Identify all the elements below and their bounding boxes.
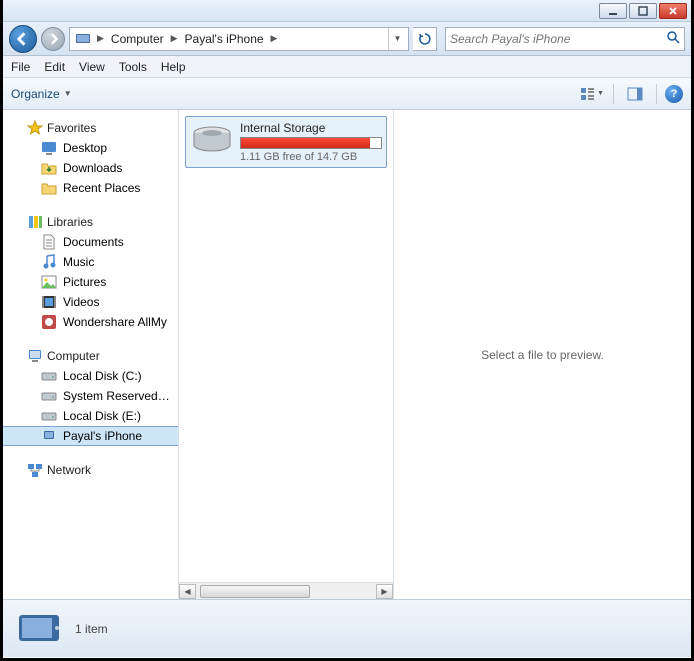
search-box[interactable] bbox=[445, 27, 685, 51]
menu-file[interactable]: File bbox=[11, 60, 30, 74]
sidebar-item-system-reserved[interactable]: System Reserved (D: bbox=[3, 386, 178, 406]
breadcrumb-device[interactable]: Payal's iPhone bbox=[181, 29, 268, 49]
toolbar: Organize ▼ ▼ ? bbox=[3, 78, 691, 110]
videos-icon bbox=[41, 294, 57, 310]
sidebar-item-wondershare[interactable]: Wondershare AllMy bbox=[3, 312, 178, 332]
breadcrumb-dropdown[interactable]: ▼ bbox=[388, 28, 406, 50]
storage-fill bbox=[241, 138, 370, 148]
chevron-right-icon[interactable]: ▶ bbox=[94, 33, 107, 44]
internal-storage-item[interactable]: Internal Storage 1.11 GB free of 14.7 GB bbox=[185, 116, 387, 168]
device-large-icon bbox=[15, 611, 63, 647]
scroll-track[interactable] bbox=[196, 584, 376, 599]
drive-icon bbox=[41, 368, 57, 384]
horizontal-scrollbar[interactable]: ◀ ▶ bbox=[179, 582, 393, 599]
breadcrumb[interactable]: ▶ Computer ▶ Payal's iPhone ▶ ▼ bbox=[69, 27, 409, 51]
network-icon bbox=[27, 462, 43, 478]
favorites-label: Favorites bbox=[47, 121, 96, 135]
sidebar-item-music[interactable]: Music bbox=[3, 252, 178, 272]
help-button[interactable]: ? bbox=[665, 85, 683, 103]
navigation-pane: Favorites Desktop Downloads Recent Place… bbox=[3, 110, 179, 599]
organize-button[interactable]: Organize ▼ bbox=[11, 87, 72, 101]
favorites-group: Favorites Desktop Downloads Recent Place… bbox=[3, 118, 178, 198]
details-pane: 1 item bbox=[3, 599, 691, 657]
storage-bar bbox=[240, 137, 382, 149]
view-options-button[interactable]: ▼ bbox=[579, 83, 605, 105]
sidebar-item-downloads[interactable]: Downloads bbox=[3, 158, 178, 178]
chevron-right-icon[interactable]: ▶ bbox=[268, 33, 281, 44]
minimize-button[interactable] bbox=[599, 3, 627, 19]
chevron-right-icon[interactable]: ▶ bbox=[168, 33, 181, 44]
sidebar-item-videos[interactable]: Videos bbox=[3, 292, 178, 312]
downloads-icon bbox=[41, 160, 57, 176]
scroll-thumb[interactable] bbox=[200, 585, 310, 598]
libraries-header[interactable]: Libraries bbox=[3, 212, 178, 232]
window-buttons bbox=[599, 3, 687, 19]
menu-tools[interactable]: Tools bbox=[119, 60, 147, 74]
computer-group: Computer Local Disk (C:) System Reserved… bbox=[3, 346, 178, 446]
pictures-icon bbox=[41, 274, 57, 290]
sidebar-item-recent-places[interactable]: Recent Places bbox=[3, 178, 178, 198]
favorites-header[interactable]: Favorites bbox=[3, 118, 178, 138]
organize-label: Organize bbox=[11, 87, 60, 101]
preview-pane: Select a file to preview. bbox=[393, 110, 691, 599]
search-input[interactable] bbox=[450, 32, 666, 46]
app-icon bbox=[41, 314, 57, 330]
refresh-button[interactable] bbox=[413, 27, 437, 51]
scroll-right-button[interactable]: ▶ bbox=[376, 584, 393, 599]
navigation-bar: ▶ Computer ▶ Payal's iPhone ▶ ▼ bbox=[3, 22, 691, 56]
computer-icon bbox=[27, 348, 43, 364]
menu-view[interactable]: View bbox=[79, 60, 105, 74]
storage-name: Internal Storage bbox=[240, 121, 382, 135]
sidebar-item-local-disk-e[interactable]: Local Disk (E:) bbox=[3, 406, 178, 426]
titlebar bbox=[3, 0, 691, 22]
phone-icon bbox=[41, 428, 57, 444]
device-icon bbox=[74, 30, 92, 48]
close-button[interactable] bbox=[659, 3, 687, 19]
menu-bar: File Edit View Tools Help bbox=[3, 56, 691, 78]
chevron-down-icon: ▼ bbox=[64, 89, 72, 98]
network-header[interactable]: Network bbox=[3, 460, 178, 480]
sidebar-item-documents[interactable]: Documents bbox=[3, 232, 178, 252]
preview-message: Select a file to preview. bbox=[481, 348, 604, 362]
maximize-button[interactable] bbox=[629, 3, 657, 19]
drive-icon bbox=[41, 408, 57, 424]
sidebar-item-payals-iphone[interactable]: Payal's iPhone bbox=[3, 426, 178, 446]
libraries-label: Libraries bbox=[47, 215, 93, 229]
main-area: Favorites Desktop Downloads Recent Place… bbox=[3, 110, 691, 599]
music-icon bbox=[41, 254, 57, 270]
storage-info: Internal Storage 1.11 GB free of 14.7 GB bbox=[240, 121, 382, 163]
content-pane: Internal Storage 1.11 GB free of 14.7 GB… bbox=[179, 110, 393, 599]
separator bbox=[656, 84, 657, 104]
sidebar-item-desktop[interactable]: Desktop bbox=[3, 138, 178, 158]
back-button[interactable] bbox=[9, 25, 37, 53]
libraries-group: Libraries Documents Music Pictures Video… bbox=[3, 212, 178, 332]
breadcrumb-computer[interactable]: Computer bbox=[107, 29, 168, 49]
menu-help[interactable]: Help bbox=[161, 60, 186, 74]
recent-places-icon bbox=[41, 180, 57, 196]
separator bbox=[613, 84, 614, 104]
search-icon[interactable] bbox=[666, 30, 680, 47]
scroll-left-button[interactable]: ◀ bbox=[179, 584, 196, 599]
forward-button[interactable] bbox=[41, 27, 65, 51]
star-icon bbox=[27, 120, 43, 136]
item-count: 1 item bbox=[75, 622, 108, 636]
sidebar-item-pictures[interactable]: Pictures bbox=[3, 272, 178, 292]
desktop-icon bbox=[41, 140, 57, 156]
network-label: Network bbox=[47, 463, 91, 477]
storage-free-text: 1.11 GB free of 14.7 GB bbox=[240, 151, 382, 163]
libraries-icon bbox=[27, 214, 43, 230]
network-group: Network bbox=[3, 460, 178, 480]
computer-header[interactable]: Computer bbox=[3, 346, 178, 366]
preview-pane-button[interactable] bbox=[622, 83, 648, 105]
documents-icon bbox=[41, 234, 57, 250]
menu-edit[interactable]: Edit bbox=[44, 60, 65, 74]
sidebar-item-local-disk-c[interactable]: Local Disk (C:) bbox=[3, 366, 178, 386]
drive-icon bbox=[41, 388, 57, 404]
storage-icon bbox=[190, 121, 234, 157]
computer-label: Computer bbox=[47, 349, 100, 363]
